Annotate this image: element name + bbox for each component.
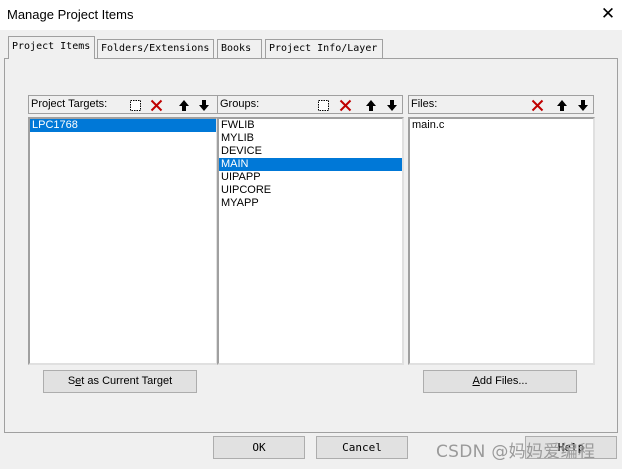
tab-label: Project Info/Layer xyxy=(269,43,378,54)
button-label: OK xyxy=(252,441,266,454)
tab-project-items[interactable]: Project Items xyxy=(8,36,95,59)
list-item[interactable]: main.c xyxy=(410,119,593,132)
ok-button[interactable]: OK xyxy=(213,436,305,459)
list-item[interactable]: MYLIB xyxy=(219,132,402,145)
move-down-icon[interactable] xyxy=(195,97,212,113)
groups-list[interactable]: FWLIB MYLIB DEVICE MAIN UIPAPP UIPCORE MYAPP xyxy=(217,117,404,365)
targets-label: Project Targets: xyxy=(31,98,108,110)
add-files-button[interactable]: Add Files... xyxy=(423,370,577,393)
button-label: dd Files... xyxy=(479,375,528,387)
cancel-button[interactable]: Cancel xyxy=(316,436,408,459)
list-item[interactable]: MYAPP xyxy=(219,197,402,210)
title-bar: Manage Project Items ✕ xyxy=(0,0,622,30)
move-down-icon[interactable] xyxy=(383,97,400,113)
list-item[interactable]: FWLIB xyxy=(219,119,402,132)
window-title: Manage Project Items xyxy=(7,7,134,22)
button-label: Cancel xyxy=(342,441,382,454)
groups-header: Groups: xyxy=(217,95,403,114)
delete-icon[interactable] xyxy=(337,97,354,113)
button-label: t as Current Target xyxy=(81,375,173,387)
watermark: CSDN @妈妈爱编程 xyxy=(436,442,596,462)
new-item-icon[interactable] xyxy=(127,97,144,113)
tab-project-info-layer[interactable]: Project Info/Layer xyxy=(265,39,383,58)
move-up-icon[interactable] xyxy=(553,97,570,113)
move-up-icon[interactable] xyxy=(362,97,379,113)
files-label: Files: xyxy=(411,98,438,110)
list-item[interactable]: UIPCORE xyxy=(219,184,402,197)
list-item[interactable]: LPC1768 xyxy=(30,119,216,132)
set-current-target-button[interactable]: Set as Current Target xyxy=(43,370,197,393)
list-item[interactable]: DEVICE xyxy=(219,145,402,158)
list-item[interactable]: UIPAPP xyxy=(219,171,402,184)
move-up-icon[interactable] xyxy=(175,97,192,113)
tab-label: Books xyxy=(221,43,252,54)
targets-list[interactable]: LPC1768 xyxy=(28,117,218,365)
tab-panel: Project Targets: LPC1768 Groups: FWLIB MY… xyxy=(4,58,618,433)
targets-header: Project Targets: xyxy=(28,95,218,114)
tab-folders-extensions[interactable]: Folders/Extensions xyxy=(97,39,214,58)
tab-books[interactable]: Books xyxy=(217,39,262,58)
delete-icon[interactable] xyxy=(148,97,165,113)
files-header: Files: xyxy=(408,95,594,114)
tab-label: Project Items xyxy=(12,41,91,52)
tab-label: Folders/Extensions xyxy=(101,43,210,54)
groups-label: Groups: xyxy=(220,98,260,110)
list-item[interactable]: MAIN xyxy=(219,158,402,171)
button-label: A xyxy=(472,375,480,387)
new-item-icon[interactable] xyxy=(315,97,332,113)
delete-icon[interactable] xyxy=(529,97,546,113)
files-list[interactable]: main.c xyxy=(408,117,595,365)
close-icon[interactable]: ✕ xyxy=(598,4,618,24)
move-down-icon[interactable] xyxy=(574,97,591,113)
